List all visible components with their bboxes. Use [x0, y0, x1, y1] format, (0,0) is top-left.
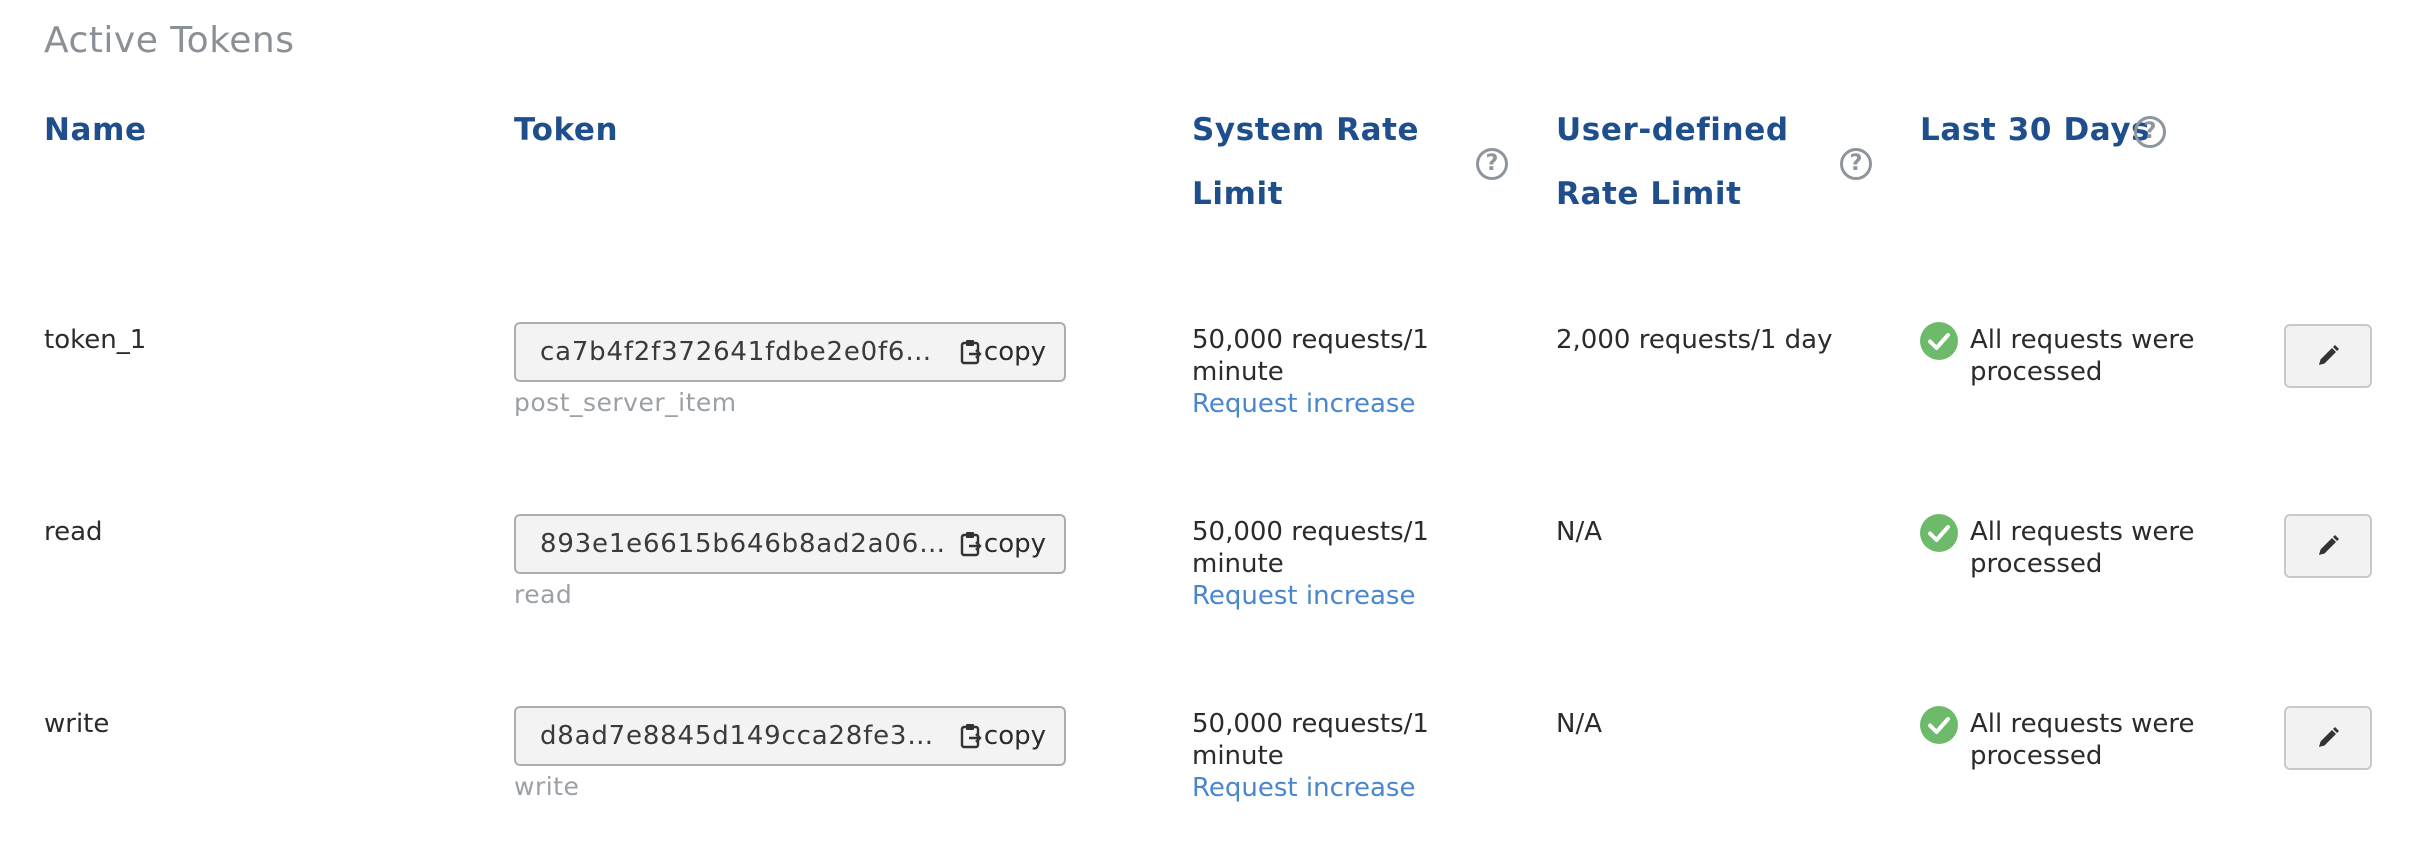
copy-button[interactable]: copy	[948, 337, 1064, 367]
column-header-user-defined-rate-limit: User-defined Rate Limit	[1556, 112, 1789, 212]
system-rate-help-icon[interactable]: ?	[1476, 148, 1508, 180]
clipboard-icon	[960, 532, 982, 557]
last-30-days-help-icon[interactable]: ?	[2134, 116, 2166, 148]
system-rate-limit: 50,000 requests/1 minute Request increas…	[1192, 517, 1429, 612]
section-title: Active Tokens	[44, 20, 295, 61]
copy-label: copy	[983, 721, 1046, 751]
column-header-last-30-days: Last 30 Days	[1920, 112, 2151, 148]
clipboard-icon	[960, 340, 982, 365]
token-name: write	[44, 709, 110, 739]
token-value[interactable]: d8ad7e8845d149cca28fe32a6...	[516, 721, 948, 751]
copy-label: copy	[983, 337, 1046, 367]
token-name: token_1	[44, 325, 147, 355]
copy-button[interactable]: copy	[948, 529, 1064, 559]
status-text: All requests were processed	[1970, 325, 2195, 387]
check-circle-icon	[1920, 514, 1958, 552]
token-field[interactable]: ca7b4f2f372641fdbe2e0f659f... copy	[514, 322, 1066, 382]
check-circle-icon	[1920, 322, 1958, 360]
token-name: read	[44, 517, 103, 547]
user-defined-rate-limit: 2,000 requests/1 day	[1556, 325, 1833, 355]
check-circle-icon	[1920, 706, 1958, 744]
pencil-icon	[2319, 535, 2339, 555]
request-increase-link[interactable]: Request increase	[1192, 772, 1429, 804]
token-value[interactable]: 893e1e6615b646b8ad2a068d...	[516, 529, 948, 559]
request-increase-link[interactable]: Request increase	[1192, 388, 1429, 420]
copy-label: copy	[983, 529, 1046, 559]
user-defined-rate-limit: N/A	[1556, 517, 1602, 547]
clipboard-icon	[960, 724, 982, 749]
system-rate-limit: 50,000 requests/1 minute Request increas…	[1192, 709, 1429, 804]
pencil-icon	[2319, 345, 2339, 365]
edit-button[interactable]	[2284, 706, 2372, 770]
edit-button[interactable]	[2284, 514, 2372, 578]
token-scope: write	[514, 772, 580, 801]
status-text: All requests were processed	[1970, 709, 2195, 771]
status-text: All requests were processed	[1970, 517, 2195, 579]
copy-button[interactable]: copy	[948, 721, 1064, 751]
token-field[interactable]: 893e1e6615b646b8ad2a068d... copy	[514, 514, 1066, 574]
token-field[interactable]: d8ad7e8845d149cca28fe32a6... copy	[514, 706, 1066, 766]
column-header-name: Name	[44, 112, 147, 148]
pencil-icon	[2319, 727, 2339, 747]
column-header-system-rate-limit: System Rate Limit	[1192, 112, 1420, 212]
request-increase-link[interactable]: Request increase	[1192, 580, 1429, 612]
token-scope: read	[514, 580, 573, 609]
edit-button[interactable]	[2284, 324, 2372, 388]
token-scope: post_server_item	[514, 388, 737, 417]
user-defined-rate-limit: N/A	[1556, 709, 1602, 739]
system-rate-limit: 50,000 requests/1 minute Request increas…	[1192, 325, 1429, 420]
user-rate-help-icon[interactable]: ?	[1840, 148, 1872, 180]
column-header-token: Token	[514, 112, 619, 148]
token-value[interactable]: ca7b4f2f372641fdbe2e0f659f...	[516, 337, 948, 367]
